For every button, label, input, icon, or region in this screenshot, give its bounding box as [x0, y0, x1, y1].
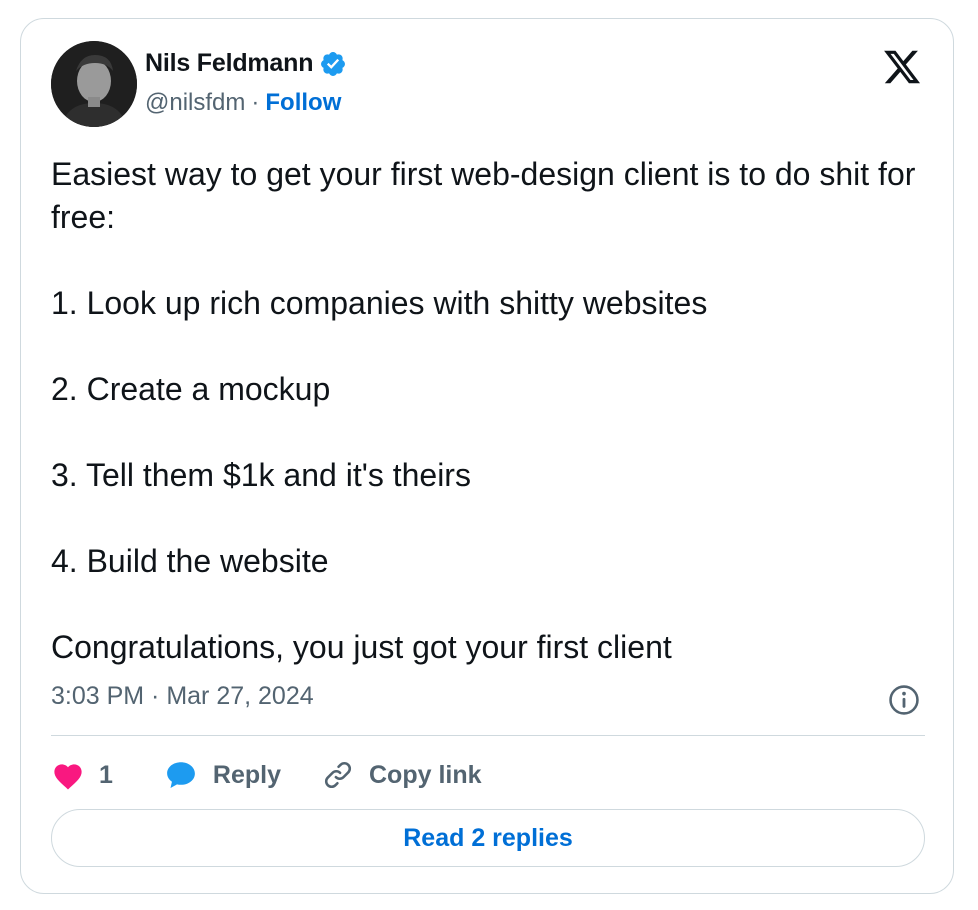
info-icon[interactable] [887, 683, 921, 717]
verified-badge-icon [321, 51, 346, 76]
divider [51, 735, 925, 736]
tweet-line: 1. Look up rich companies with shitty we… [51, 285, 708, 321]
separator-dot: · [251, 89, 260, 116]
follow-button[interactable]: Follow [265, 89, 341, 117]
tweet-line: 3. Tell them $1k and it's theirs [51, 457, 471, 493]
copy-link-button[interactable]: Copy link [321, 758, 482, 792]
avatar-photo-icon [51, 41, 137, 127]
tweet-line: 4. Build the website [51, 543, 329, 579]
reply-label: Reply [212, 760, 281, 789]
read-replies-button[interactable]: Read 2 replies [51, 809, 925, 867]
avatar[interactable] [51, 41, 137, 127]
author-name-row: Nils Feldmann [145, 49, 347, 78]
speech-bubble-icon [167, 762, 195, 789]
like-count: 1 [99, 760, 113, 789]
tweet-timestamp[interactable]: 3:03 PM · Mar 27, 2024 [51, 682, 314, 711]
copy-link-label: Copy link [369, 760, 482, 789]
x-logo-icon[interactable] [881, 47, 923, 87]
tweet-line: Easiest way to get your first web-design… [51, 156, 916, 235]
tweet-card: Nils Feldmann @nilsfdm · Follow Easiest … [20, 18, 954, 894]
tweet-actions: 1 Reply Copy link [51, 755, 522, 795]
reply-button[interactable]: Reply [163, 758, 281, 792]
like-button[interactable]: 1 [51, 760, 113, 790]
author-handle-row: @nilsfdm · Follow [145, 89, 341, 117]
author-handle[interactable]: @nilsfdm [145, 89, 245, 117]
tweet-line: Congratulations, you just got your first… [51, 629, 672, 665]
tweet-text: Easiest way to get your first web-design… [51, 153, 925, 669]
tweet-line: 2. Create a mockup [51, 371, 331, 407]
link-icon [324, 761, 352, 789]
heart-icon [54, 764, 82, 790]
author-display-name[interactable]: Nils Feldmann [145, 49, 313, 78]
